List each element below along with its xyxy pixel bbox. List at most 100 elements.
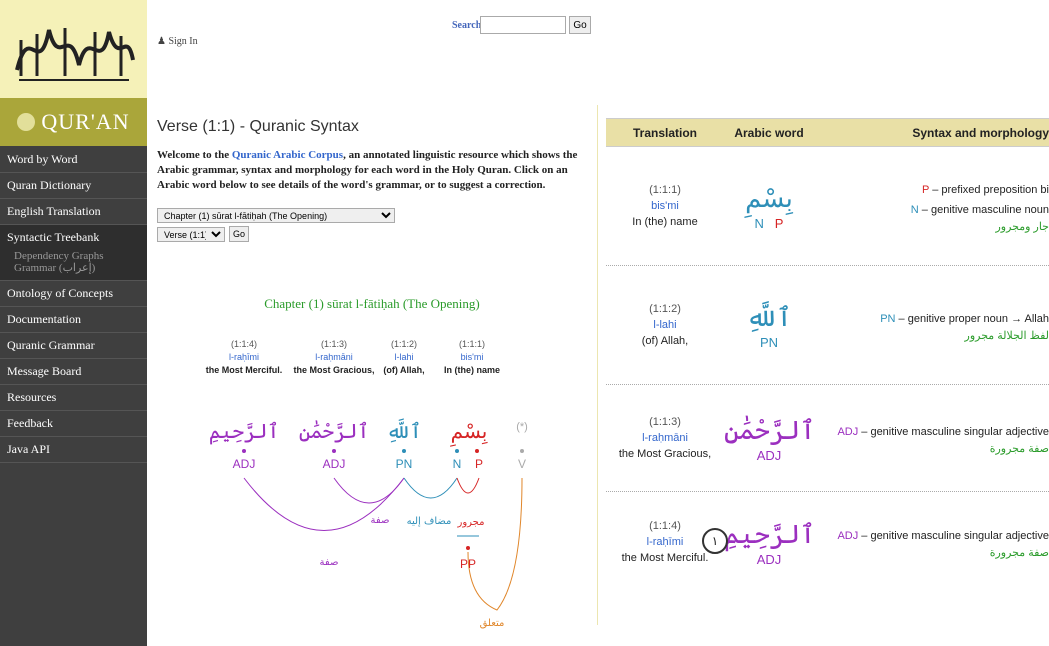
morph-text: – genitive proper noun → Allah bbox=[895, 312, 1049, 325]
word-translation: In (the) name bbox=[632, 216, 698, 228]
morphology-cell: PN – genitive proper noun → Allah لفظ ال… bbox=[814, 309, 1049, 342]
main-content: ♟ Sign In Search Go Verse (1:1) - Qurani… bbox=[147, 0, 597, 646]
tag-n: N bbox=[453, 457, 462, 471]
header-syntax: Syntax and morphology bbox=[912, 125, 1049, 140]
tag-n: N bbox=[754, 215, 764, 231]
tag-v: V bbox=[518, 457, 526, 471]
dependency-graph: (1:1:4) l-raḥīmi the Most Merciful. (1:1… bbox=[147, 338, 597, 638]
intro-text: Welcome to the Quranic Arabic Corpus, an… bbox=[157, 148, 592, 193]
arabic-word[interactable]: ٱلرَّحِيمِ bbox=[724, 518, 815, 552]
arabic-cell[interactable]: بِسْمِ N P bbox=[724, 182, 814, 231]
word-transliteration: l-lahi bbox=[653, 319, 677, 331]
search-label: Search bbox=[452, 20, 482, 31]
node-dot bbox=[466, 546, 470, 550]
sidebar-item-quranic-grammar[interactable]: Quranic Grammar bbox=[0, 333, 147, 359]
arabic-gloss: جار ومجرور bbox=[995, 220, 1049, 233]
tag-adj: ADJ bbox=[233, 457, 256, 471]
rel-sifa: صفة bbox=[371, 515, 390, 526]
sidebar-item-documentation[interactable]: Documentation bbox=[0, 307, 147, 333]
sidebar-item-message-board[interactable]: Message Board bbox=[0, 359, 147, 385]
translation-cell: (1:1:1) bis'mi In (the) name bbox=[606, 182, 724, 230]
node-dot bbox=[520, 449, 524, 453]
hidden-word-location: (*) bbox=[516, 421, 528, 433]
translation-cell: (1:1:3) l-raḥmāni the Most Gracious, bbox=[606, 414, 724, 462]
rel-mudaf: مضاف إليه bbox=[407, 516, 452, 527]
word-translation: the Most Merciful. bbox=[621, 552, 709, 564]
intro-prefix: Welcome to the bbox=[157, 149, 232, 161]
tag-pp: PP bbox=[460, 557, 476, 571]
word-location: (1:1:2) bbox=[649, 303, 681, 315]
node-dot bbox=[475, 449, 479, 453]
morph-text: – genitive masculine singular adjective bbox=[858, 529, 1049, 542]
arabic-word-rahman[interactable]: ٱلرَّحْمَٰنِ bbox=[299, 419, 369, 443]
sidebar-item-quran-dictionary[interactable]: Quran Dictionary bbox=[0, 173, 147, 199]
sidebar-subitem-dependency-graphs[interactable]: Dependency Graphs bbox=[14, 250, 147, 262]
morphology-cell: ADJ – genitive masculine singular adject… bbox=[814, 422, 1049, 455]
translation-cell: (1:1:2) l-lahi (of) Allah, bbox=[606, 301, 724, 349]
morph-tag: ADJ bbox=[837, 529, 859, 542]
sidebar-item-english-translation[interactable]: English Translation bbox=[0, 199, 147, 225]
side-menu: Word by Word Quran Dictionary English Tr… bbox=[0, 147, 147, 463]
header-arabic-word: Arabic word bbox=[734, 125, 804, 140]
chapter-select[interactable]: Chapter (1) sūrat l-fātiḥah (The Opening… bbox=[157, 208, 395, 223]
tag-adj: ADJ bbox=[756, 551, 782, 567]
word-translation: the Most Gracious, bbox=[618, 448, 712, 460]
node-dot bbox=[402, 449, 406, 453]
morph-tag: N bbox=[910, 203, 919, 216]
table-row: (1:1:1) bis'mi In (the) name بِسْمِ N P … bbox=[606, 147, 1049, 266]
arabic-cell[interactable]: ٱلرَّحْمَٰنِ ADJ bbox=[724, 414, 815, 463]
morph-text: – genitive masculine noun bbox=[918, 203, 1049, 216]
tag-pn: PN bbox=[759, 334, 779, 350]
arabic-cell[interactable]: ٱللَّهِ PN bbox=[724, 301, 814, 350]
dependency-arcs: ٱلرَّحِيمِ ٱلرَّحْمَٰنِ ٱللَّهِ بِسْمِ (… bbox=[209, 419, 528, 629]
sidebar-subitem-grammar[interactable]: Grammar (إعراب) bbox=[14, 262, 147, 274]
word-translation: (of) Allah, bbox=[641, 335, 689, 347]
tag-adj: ADJ bbox=[756, 447, 782, 463]
arabic-word-allah[interactable]: ٱللَّهِ bbox=[386, 419, 421, 443]
corpus-link[interactable]: Quranic Arabic Corpus bbox=[232, 149, 343, 161]
arabic-word[interactable]: ٱللَّهِ bbox=[724, 301, 814, 335]
sidebar-item-feedback[interactable]: Feedback bbox=[0, 411, 147, 437]
search-go-button[interactable]: Go bbox=[569, 16, 591, 34]
verse-end-marker-icon: ١ bbox=[702, 527, 728, 554]
verse-select[interactable]: Verse (1:1) bbox=[157, 227, 225, 242]
morphology-cell: ADJ – genitive masculine singular adject… bbox=[814, 526, 1049, 559]
table-row: (1:1:4) l-raḥīmi the Most Merciful. ١ ٱل… bbox=[606, 492, 1049, 592]
sign-in-link[interactable]: ♟ Sign In bbox=[157, 36, 198, 47]
calligraphy-icon bbox=[14, 28, 135, 81]
node-dot bbox=[242, 449, 246, 453]
arabic-cell[interactable]: ١ ٱلرَّحِيمِ ADJ bbox=[702, 518, 815, 567]
word-location: (1:1:3) bbox=[649, 416, 681, 428]
search-input[interactable] bbox=[480, 16, 566, 34]
sign-in-label: Sign In bbox=[168, 36, 198, 47]
arabic-word[interactable]: بِسْمِ bbox=[724, 182, 814, 216]
arabic-gloss: صفة مجرورة bbox=[989, 442, 1049, 455]
sidebar-item-java-api[interactable]: Java API bbox=[0, 437, 147, 463]
arabic-word-rahim[interactable]: ٱلرَّحِيمِ bbox=[209, 419, 279, 445]
arabic-word[interactable]: ٱلرَّحْمَٰنِ bbox=[724, 414, 815, 448]
sidebar-item-syntactic-treebank[interactable]: Syntactic Treebank bbox=[0, 225, 147, 250]
morphology-cell: P – prefixed preposition bi N – genitive… bbox=[814, 180, 1049, 233]
morph-tag: PN bbox=[880, 312, 896, 325]
table-row: (1:1:3) l-raḥmāni the Most Gracious, ٱلر… bbox=[606, 385, 1049, 492]
word-by-word-table: Translation Arabic word Syntax and morph… bbox=[606, 118, 1049, 592]
column-divider bbox=[597, 105, 598, 625]
sidebar-item-resources[interactable]: Resources bbox=[0, 385, 147, 411]
sidebar: QUR'AN Word by Word Quran Dictionary Eng… bbox=[0, 0, 147, 646]
table-row: (1:1:2) l-lahi (of) Allah, ٱللَّهِ PN PN… bbox=[606, 266, 1049, 385]
rel-mutaalliq: متعلق bbox=[480, 618, 505, 629]
tag-adj: ADJ bbox=[323, 457, 346, 471]
page-title: Verse (1:1) - Quranic Syntax bbox=[157, 118, 359, 135]
calligraphy-logo[interactable] bbox=[0, 0, 147, 98]
verse-go-button[interactable]: Go bbox=[229, 226, 249, 242]
morph-text: – prefixed preposition bi bbox=[929, 183, 1049, 196]
sidebar-item-ontology[interactable]: Ontology of Concepts bbox=[0, 281, 147, 307]
quran-logo[interactable]: QUR'AN bbox=[0, 98, 147, 146]
user-icon: ♟ bbox=[157, 36, 166, 47]
arc-majrur bbox=[456, 477, 480, 494]
sidebar-item-word-by-word[interactable]: Word by Word bbox=[0, 147, 147, 173]
tag-p: P bbox=[774, 215, 784, 231]
rel-majrur: مجرور bbox=[457, 517, 485, 528]
tag-pn: PN bbox=[396, 457, 413, 471]
arabic-word-bismi[interactable]: بِسْمِ bbox=[450, 419, 488, 447]
